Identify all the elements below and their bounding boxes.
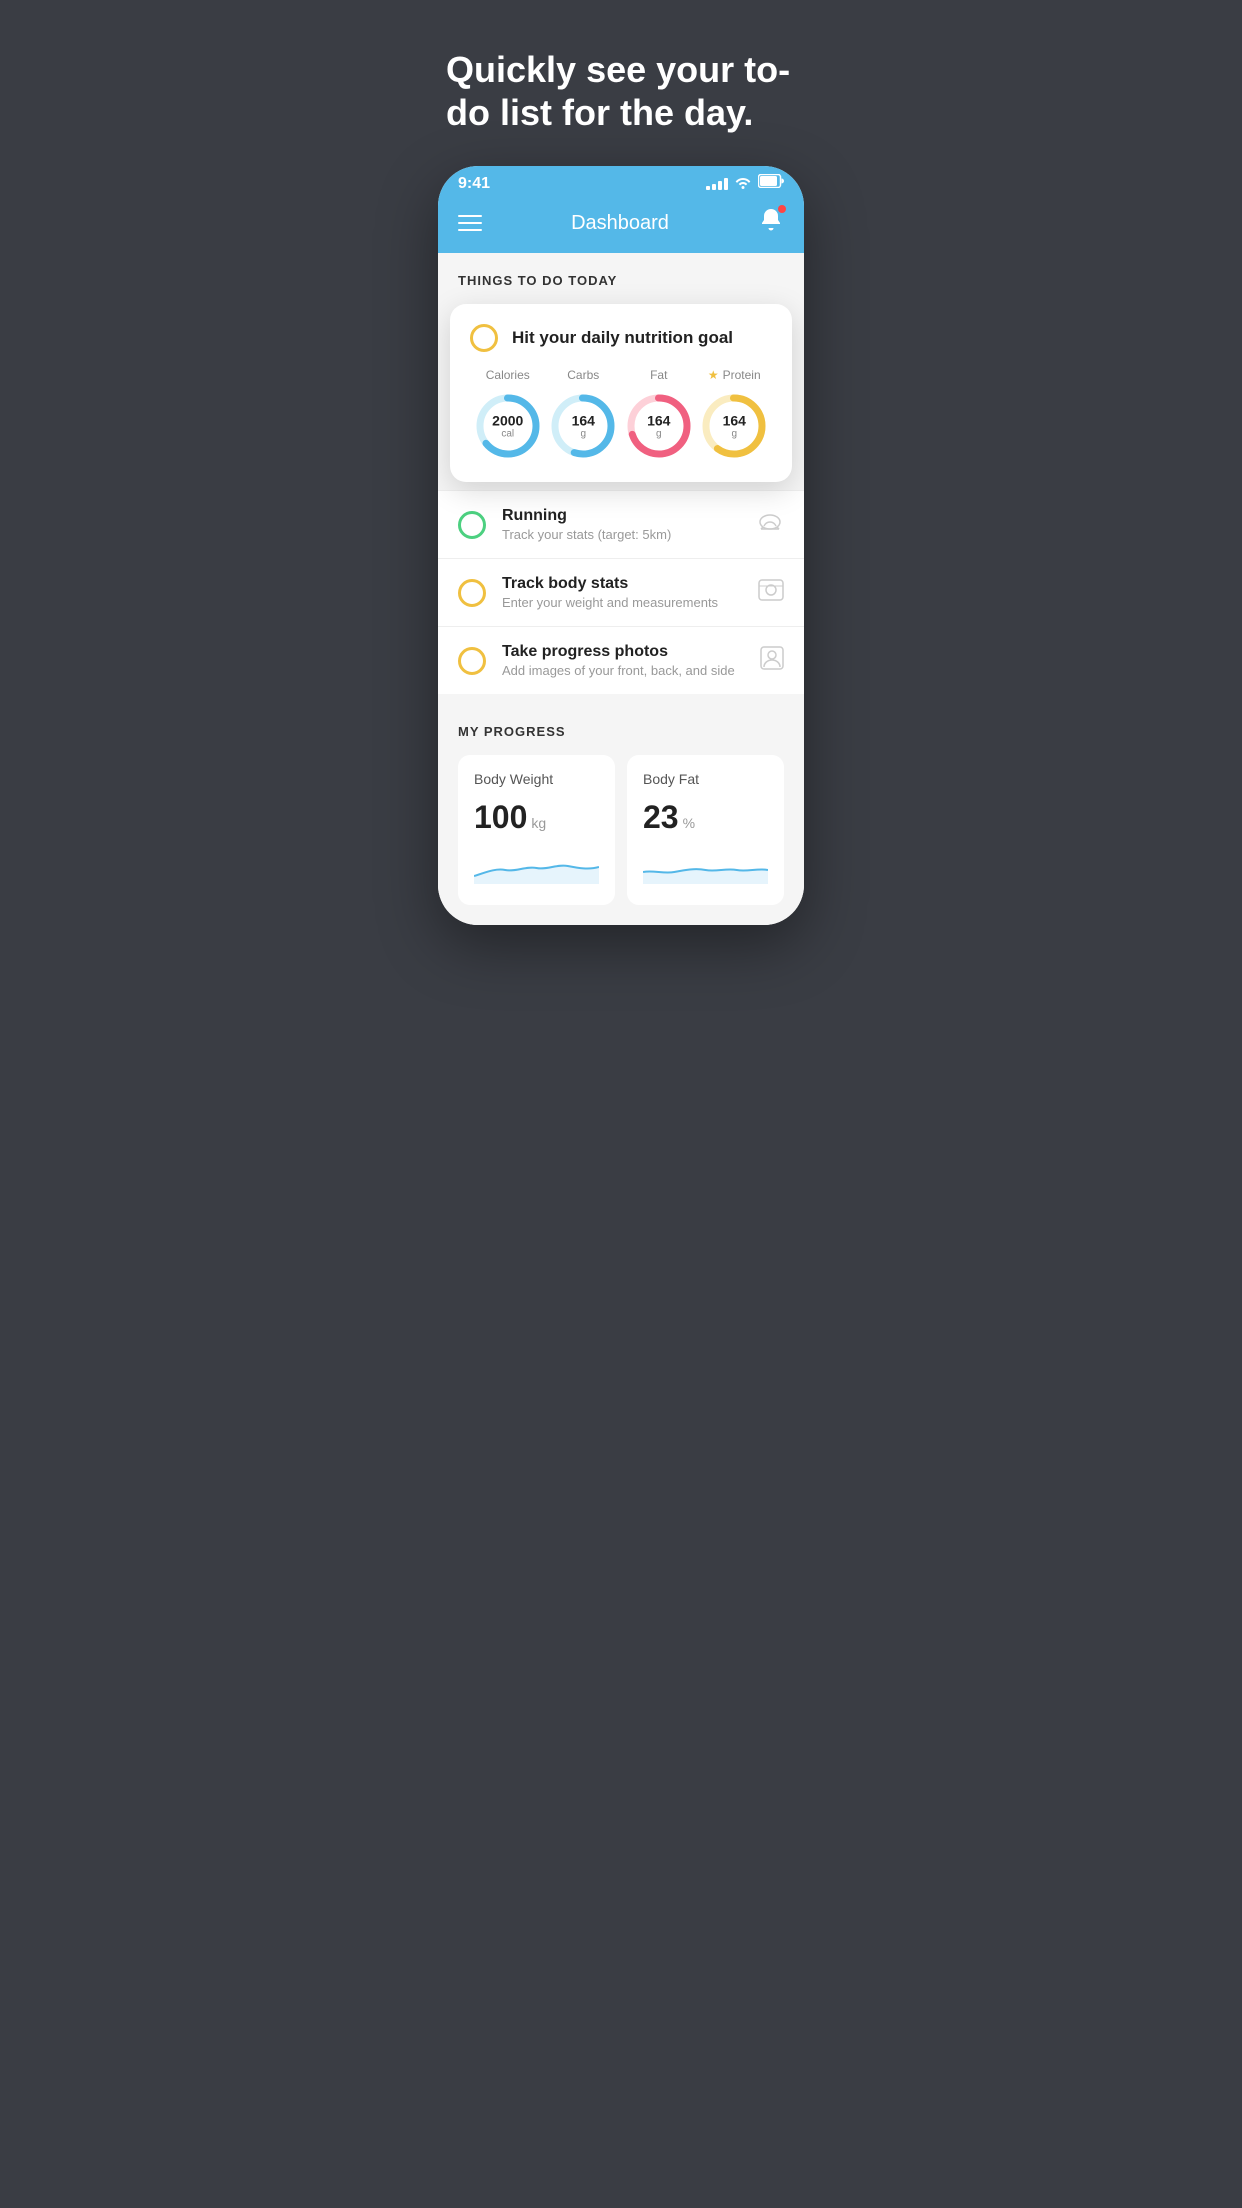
- carbs-donut: 164 g: [547, 390, 619, 462]
- calories-item: Calories 2000 cal: [472, 368, 544, 462]
- carbs-unit: g: [572, 429, 595, 440]
- notification-badge: [778, 205, 786, 213]
- running-subtitle: Track your stats (target: 5km): [502, 527, 740, 542]
- nav-title: Dashboard: [571, 212, 669, 235]
- carbs-value: 164: [572, 413, 595, 429]
- fat-label: Fat: [650, 368, 667, 382]
- fat-unit: g: [647, 429, 670, 440]
- content-area: THINGS TO DO TODAY Hit your daily nutrit…: [438, 253, 804, 925]
- notifications-button[interactable]: [758, 207, 784, 239]
- carbs-label: Carbs: [567, 368, 599, 382]
- things-to-do-header: THINGS TO DO TODAY: [438, 273, 804, 304]
- body-weight-value: 100: [474, 799, 527, 836]
- body-weight-sparkline: [474, 848, 599, 884]
- hamburger-menu-button[interactable]: [458, 215, 482, 231]
- carbs-item: Carbs 164 g: [547, 368, 619, 462]
- body-stats-checkbox[interactable]: [458, 579, 486, 607]
- scale-icon: [758, 579, 784, 607]
- running-content: Running Track your stats (target: 5km): [502, 507, 740, 542]
- body-fat-sparkline: [643, 848, 768, 884]
- calories-unit: cal: [492, 429, 523, 440]
- hero-title: Quickly see your to-do list for the day.: [446, 48, 796, 134]
- phone-mockup: 9:41: [438, 166, 804, 925]
- progress-header: MY PROGRESS: [458, 724, 784, 739]
- nutrition-row: Calories 2000 cal: [470, 368, 772, 462]
- body-weight-value-row: 100 kg: [474, 799, 599, 836]
- status-icons: [706, 174, 784, 193]
- todo-item-running[interactable]: Running Track your stats (target: 5km): [438, 490, 804, 558]
- bottom-spacer: [414, 925, 828, 965]
- protein-unit: g: [723, 429, 746, 440]
- body-fat-value: 23: [643, 799, 679, 836]
- protein-value: 164: [723, 413, 746, 429]
- body-fat-unit: %: [683, 815, 695, 831]
- body-fat-card[interactable]: Body Fat 23 %: [627, 755, 784, 905]
- protein-star-icon: ★: [708, 368, 719, 382]
- running-checkbox[interactable]: [458, 511, 486, 539]
- todo-item-progress-photos[interactable]: Take progress photos Add images of your …: [438, 626, 804, 694]
- protein-donut: 164 g: [698, 390, 770, 462]
- nav-bar: Dashboard: [438, 197, 804, 253]
- nutrition-card-title: Hit your daily nutrition goal: [512, 328, 733, 348]
- todo-item-body-stats[interactable]: Track body stats Enter your weight and m…: [438, 558, 804, 626]
- battery-icon: [758, 174, 784, 193]
- fat-value: 164: [647, 413, 670, 429]
- wifi-icon: [734, 175, 752, 192]
- body-fat-title: Body Fat: [643, 771, 768, 787]
- progress-photos-checkbox[interactable]: [458, 647, 486, 675]
- calories-value: 2000: [492, 413, 523, 429]
- person-photo-icon: [760, 646, 784, 676]
- progress-photos-title: Take progress photos: [502, 643, 744, 661]
- body-weight-card[interactable]: Body Weight 100 kg: [458, 755, 615, 905]
- status-bar: 9:41: [438, 166, 804, 197]
- page-wrapper: Quickly see your to-do list for the day.…: [414, 0, 828, 965]
- body-fat-value-row: 23 %: [643, 799, 768, 836]
- calories-donut: 2000 cal: [472, 390, 544, 462]
- nutrition-card-header: Hit your daily nutrition goal: [470, 324, 772, 352]
- todo-list: Running Track your stats (target: 5km): [438, 490, 804, 694]
- running-title: Running: [502, 507, 740, 525]
- running-icon: [756, 512, 784, 538]
- progress-cards: Body Weight 100 kg Body Fat: [458, 755, 784, 905]
- fat-donut: 164 g: [623, 390, 695, 462]
- calories-label: Calories: [486, 368, 530, 382]
- body-stats-content: Track body stats Enter your weight and m…: [502, 575, 742, 610]
- signal-icon: [706, 178, 728, 190]
- protein-label: ★ Protein: [708, 368, 761, 382]
- fat-item: Fat 164 g: [623, 368, 695, 462]
- nutrition-checkbox[interactable]: [470, 324, 498, 352]
- nutrition-card: Hit your daily nutrition goal Calories: [450, 304, 792, 482]
- status-time: 9:41: [458, 175, 490, 193]
- body-weight-title: Body Weight: [474, 771, 599, 787]
- body-weight-unit: kg: [531, 815, 546, 831]
- body-stats-title: Track body stats: [502, 575, 742, 593]
- protein-item: ★ Protein 164 g: [698, 368, 770, 462]
- hero-section: Quickly see your to-do list for the day.: [414, 0, 828, 166]
- progress-photos-subtitle: Add images of your front, back, and side: [502, 663, 744, 678]
- progress-section: MY PROGRESS Body Weight 100 kg: [438, 694, 804, 925]
- progress-photos-content: Take progress photos Add images of your …: [502, 643, 744, 678]
- body-stats-subtitle: Enter your weight and measurements: [502, 595, 742, 610]
